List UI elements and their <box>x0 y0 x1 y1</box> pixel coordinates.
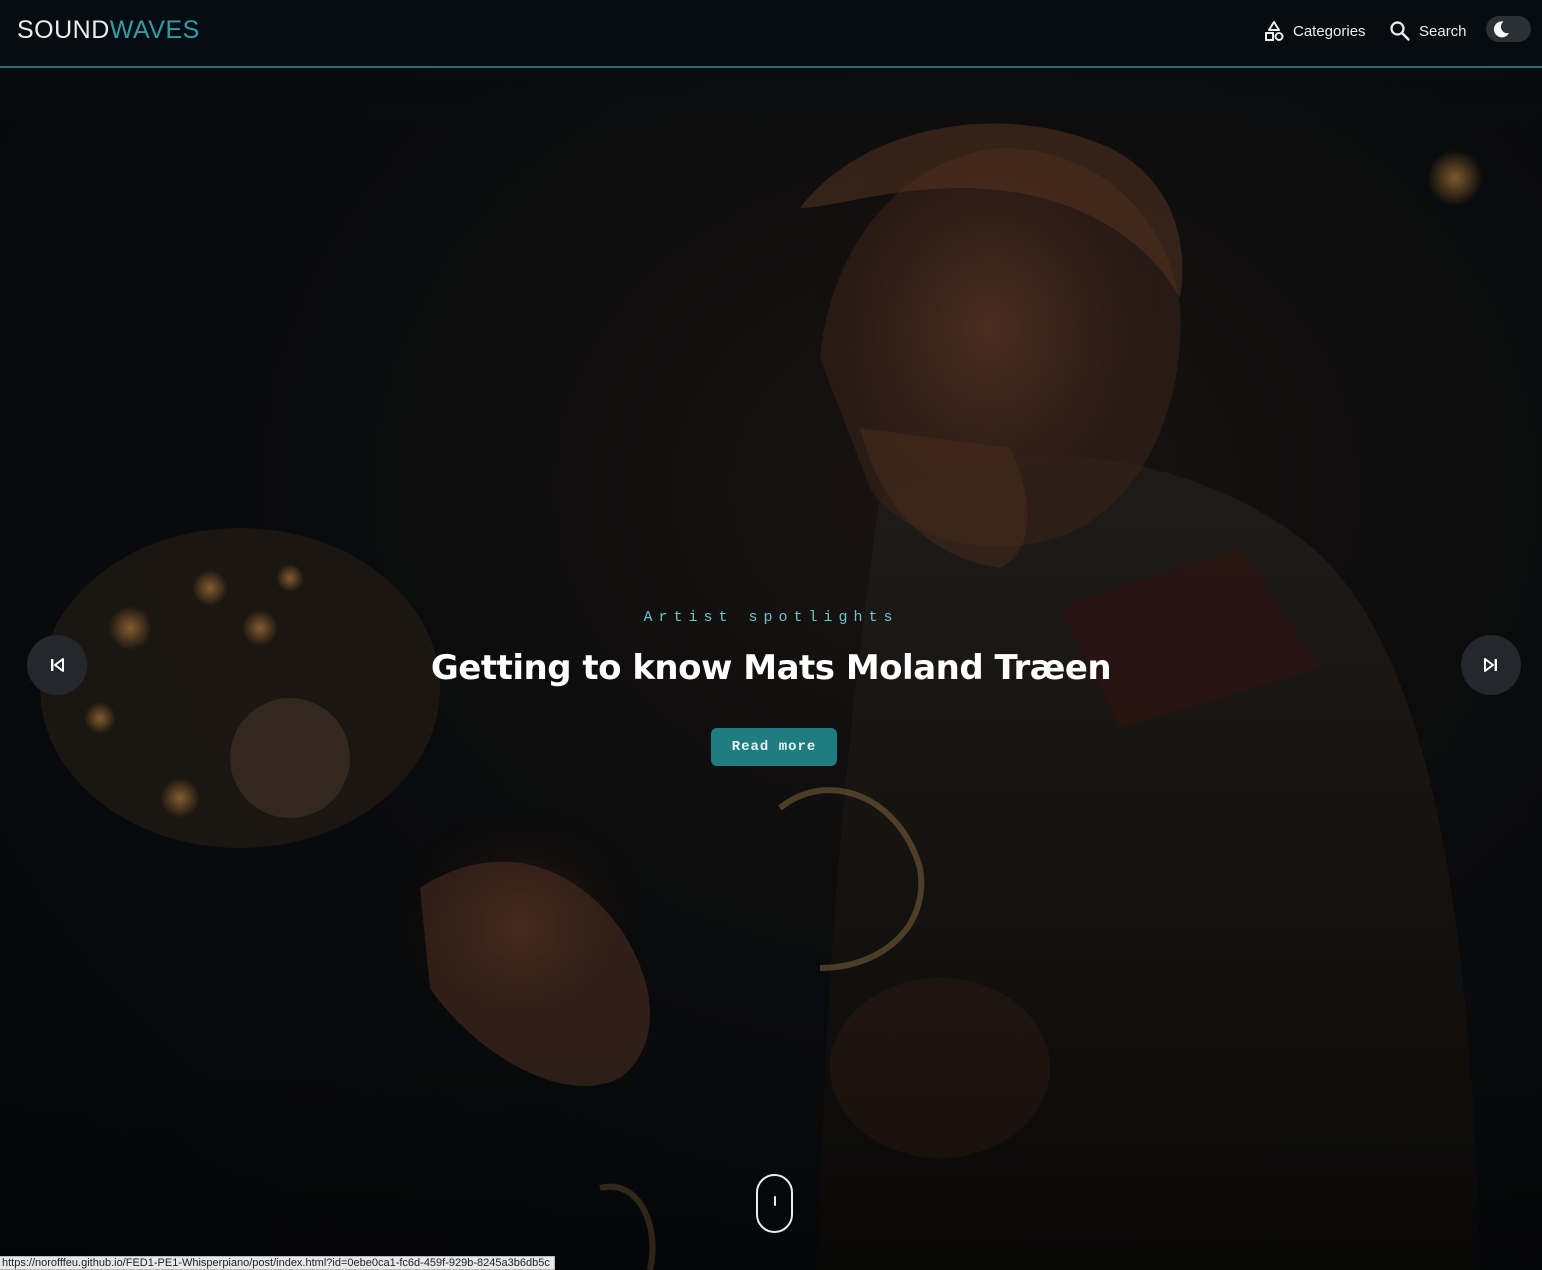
hero-carousel: Artist spotlights Getting to know Mats M… <box>0 68 1542 1270</box>
nav-categories-link[interactable]: Categories <box>1263 18 1366 44</box>
moon-icon <box>1493 21 1509 38</box>
skip-next-icon <box>1484 658 1497 672</box>
scroll-wheel-indicator <box>774 1196 776 1206</box>
top-navigation-bar: SOUNDWAVES Categories Search <box>0 0 1542 68</box>
read-more-button[interactable]: Read more <box>711 728 837 766</box>
hero-title: Getting to know Mats Moland Træen <box>430 648 1112 688</box>
theme-toggle[interactable] <box>1486 16 1531 42</box>
carousel-previous-button[interactable] <box>27 635 87 695</box>
search-icon <box>1390 21 1410 41</box>
nav-search-label: Search <box>1419 22 1467 40</box>
browser-status-url: https://norofffeu.github.io/FED1-PE1-Whi… <box>0 1256 555 1270</box>
carousel-next-button[interactable] <box>1461 635 1521 695</box>
site-logo[interactable]: SOUNDWAVES <box>17 15 200 45</box>
nav-search-link[interactable]: Search <box>1389 18 1467 44</box>
logo-text-sound: SOUND <box>17 16 110 44</box>
logo-text-waves: WAVES <box>109 16 200 44</box>
hero-category-label[interactable]: Artist spotlights <box>0 609 1542 626</box>
mouse-scroll-icon[interactable] <box>756 1174 793 1233</box>
nav-categories-label: Categories <box>1293 22 1366 40</box>
shapes-icon <box>1265 21 1284 41</box>
skip-previous-icon <box>51 658 64 672</box>
